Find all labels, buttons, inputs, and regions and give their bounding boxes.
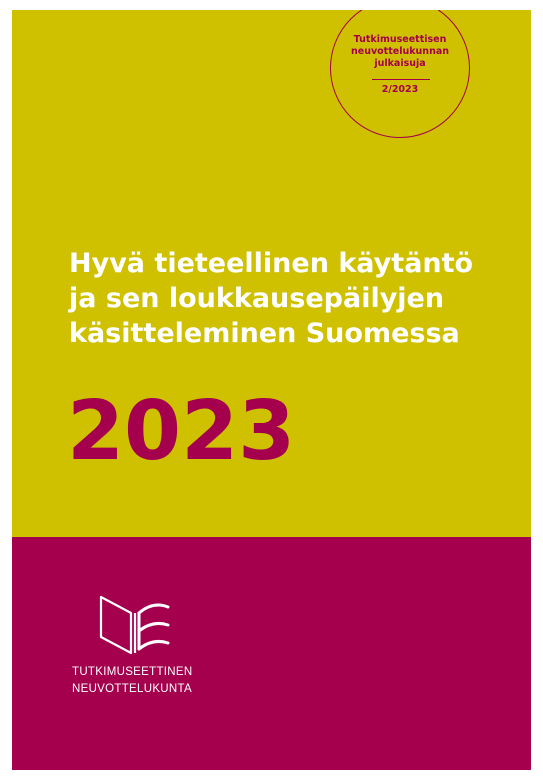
title-line: Hyvä tieteellinen käytäntö bbox=[69, 248, 474, 279]
series-name-line: neuvottelukunnan bbox=[350, 46, 449, 57]
title-line: ja sen loukkausepäilyjen bbox=[69, 283, 445, 314]
book-cover: Tutkimuseettisen neuvottelukunnan julkai… bbox=[12, 10, 531, 770]
publication-year: 2023 bbox=[67, 384, 296, 479]
publisher-name: TUTKIMUSEETTINEN NEUVOTTELUKUNTA bbox=[72, 664, 192, 698]
page: Tutkimuseettisen neuvottelukunnan julkai… bbox=[0, 0, 543, 780]
series-name: Tutkimuseettisen neuvottelukunnan julkai… bbox=[331, 34, 469, 70]
series-name-line: Tutkimuseettisen bbox=[353, 34, 447, 45]
publisher-name-line: NEUVOTTELUKUNTA bbox=[72, 683, 192, 695]
series-number: 2/2023 bbox=[381, 84, 419, 95]
cover-bottom-band bbox=[12, 537, 531, 770]
series-divider bbox=[372, 79, 430, 80]
open-book-icon bbox=[99, 595, 170, 655]
series-name-line: julkaisuja bbox=[374, 58, 426, 69]
title-line: käsitteleminen Suomessa bbox=[69, 318, 460, 349]
publication-title: Hyvä tieteellinen käytäntö ja sen loukka… bbox=[69, 246, 519, 351]
publisher-name-line: TUTKIMUSEETTINEN bbox=[72, 666, 193, 678]
